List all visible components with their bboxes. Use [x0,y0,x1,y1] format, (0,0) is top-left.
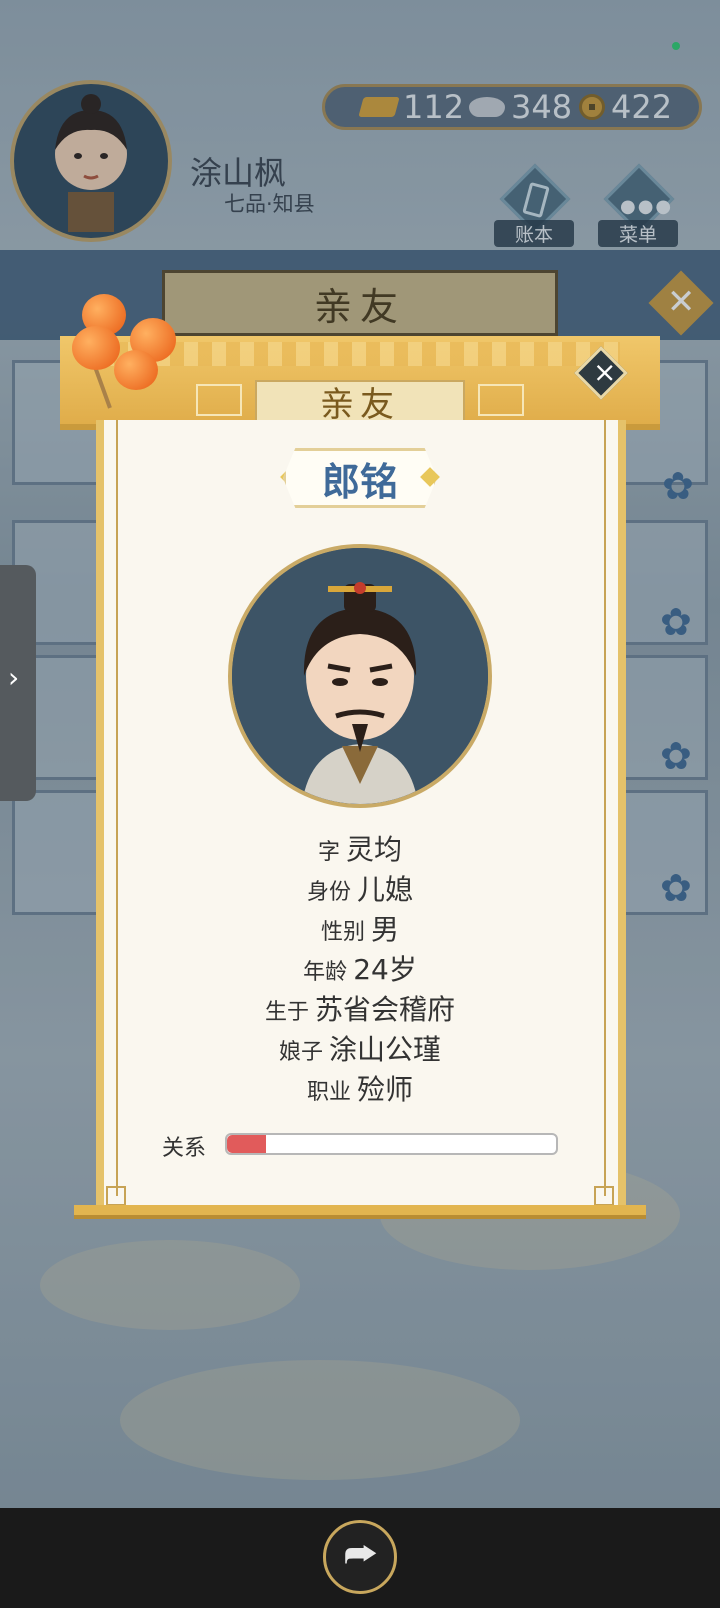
info-key: 职业 [306,1080,351,1105]
relation-label: 关系 [162,1136,207,1161]
candied-fruit-icon [114,350,158,390]
share-button[interactable]: ⮫ [323,1520,397,1594]
info-row-age: 年龄 24岁 [150,948,570,988]
info-value: 24岁 [353,953,417,986]
info-key: 字 [317,840,340,865]
info-key: 娘子 [278,1040,323,1065]
header-ornament [196,384,242,416]
info-value: 殓师 [357,1073,414,1106]
scroll-bottom-rod [74,1205,646,1219]
header-ornament [478,384,524,416]
info-key: 生于 [264,1000,309,1025]
info-key: 年龄 [303,960,348,985]
character-portrait [228,544,492,808]
relation-bar-fill [227,1135,267,1153]
info-value: 灵均 [346,833,403,866]
corner-ornament [106,1186,126,1206]
info-row-occupation: 职业 殓师 [150,1068,570,1108]
close-icon: × [592,355,617,389]
info-row-birthplace: 生于 苏省会稽府 [150,988,570,1028]
info-row-identity: 身份 儿媳 [150,868,570,908]
info-value: 涂山公瑾 [329,1033,442,1066]
cloud-pattern [100,342,620,366]
candied-fruit-icon [72,326,120,370]
dialog-title: 亲友 [255,380,465,425]
info-value: 男 [371,913,400,946]
info-row-spouse: 娘子 涂山公瑾 [150,1028,570,1068]
info-row-gender: 性别男 [150,908,570,948]
info-value: 儿媳 [357,873,414,906]
corner-ornament [594,1186,614,1206]
chevron-right-icon: › [8,661,20,694]
character-name: 郎铭 [283,448,437,508]
info-value: 苏省会稽府 [315,993,456,1026]
info-key: 身份 [306,880,351,905]
side-drawer-toggle[interactable]: › [0,565,36,801]
info-row-style-name: 字灵均 [150,828,570,868]
relation-bar [225,1133,558,1155]
share-icon: ⮫ [344,1535,378,1576]
info-key: 性别 [320,920,365,945]
